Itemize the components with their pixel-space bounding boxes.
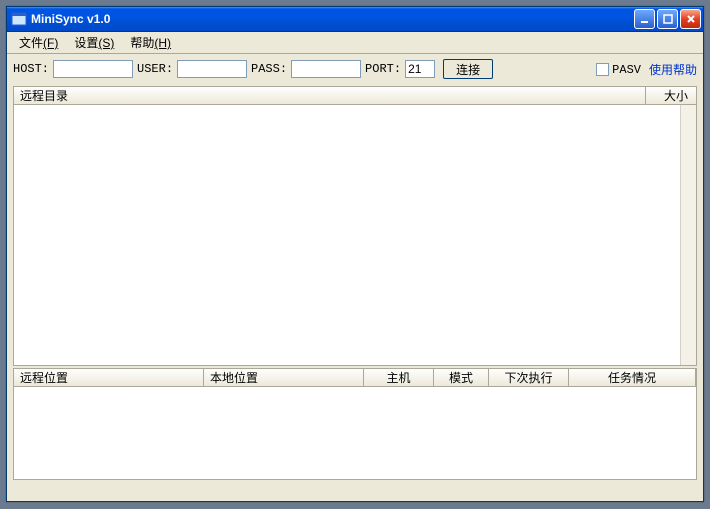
menu-file[interactable]: 文件(F) [11,32,66,53]
column-remote-dir[interactable]: 远程目录 [14,87,646,104]
pass-label: PASS: [251,62,287,76]
minimize-button[interactable] [634,9,655,29]
maximize-button[interactable] [657,9,678,29]
close-button[interactable] [680,9,701,29]
app-window: MiniSync v1.0 文件(F) 设置(S) 帮助(H) HOST: US… [6,6,704,502]
port-input[interactable] [405,60,435,78]
menu-settings-label: 设置 [74,36,98,50]
pass-input[interactable] [291,60,361,78]
menu-help-accel: (H) [154,36,171,50]
menu-file-accel: (F) [43,36,58,50]
column-host[interactable]: 主机 [364,369,434,386]
pasv-checkbox-wrap[interactable]: PASV [596,62,641,77]
app-icon [11,11,27,27]
connection-toolbar: HOST: USER: PASS: PORT: 连接 PASV 使用帮助 [7,54,703,84]
connect-button[interactable]: 连接 [443,59,493,79]
usage-help-link[interactable]: 使用帮助 [649,61,697,78]
menu-settings[interactable]: 设置(S) [66,32,122,53]
menubar: 文件(F) 设置(S) 帮助(H) [7,32,703,54]
host-label: HOST: [13,62,49,76]
user-input[interactable] [177,60,247,78]
titlebar: MiniSync v1.0 [7,7,703,32]
menu-settings-accel: (S) [98,36,114,50]
minimize-icon [640,14,650,24]
column-mode[interactable]: 模式 [434,369,489,386]
tasks-column-headers: 远程位置 本地位置 主机 模式 下次执行 任务情况 [14,369,696,387]
column-size[interactable]: 大小 [646,87,696,104]
host-input[interactable] [53,60,133,78]
port-label: PORT: [365,62,401,76]
column-local-location[interactable]: 本地位置 [204,369,364,386]
pasv-label: PASV [612,63,641,77]
menu-help-label: 帮助 [130,36,154,50]
column-status[interactable]: 任务情况 [569,369,696,386]
remote-column-headers: 远程目录 大小 [14,87,696,105]
user-label: USER: [137,62,173,76]
remote-panel: 远程目录 大小 [13,86,697,366]
remote-scrollbar[interactable] [680,105,696,365]
menu-help[interactable]: 帮助(H) [122,32,179,53]
column-next-run[interactable]: 下次执行 [489,369,569,386]
maximize-icon [663,14,673,24]
column-remote-location[interactable]: 远程位置 [14,369,204,386]
pasv-checkbox[interactable] [596,63,609,76]
window-title: MiniSync v1.0 [31,12,110,26]
tasks-panel: 远程位置 本地位置 主机 模式 下次执行 任务情况 [13,368,697,480]
close-icon [686,14,696,24]
menu-file-label: 文件 [19,36,43,50]
